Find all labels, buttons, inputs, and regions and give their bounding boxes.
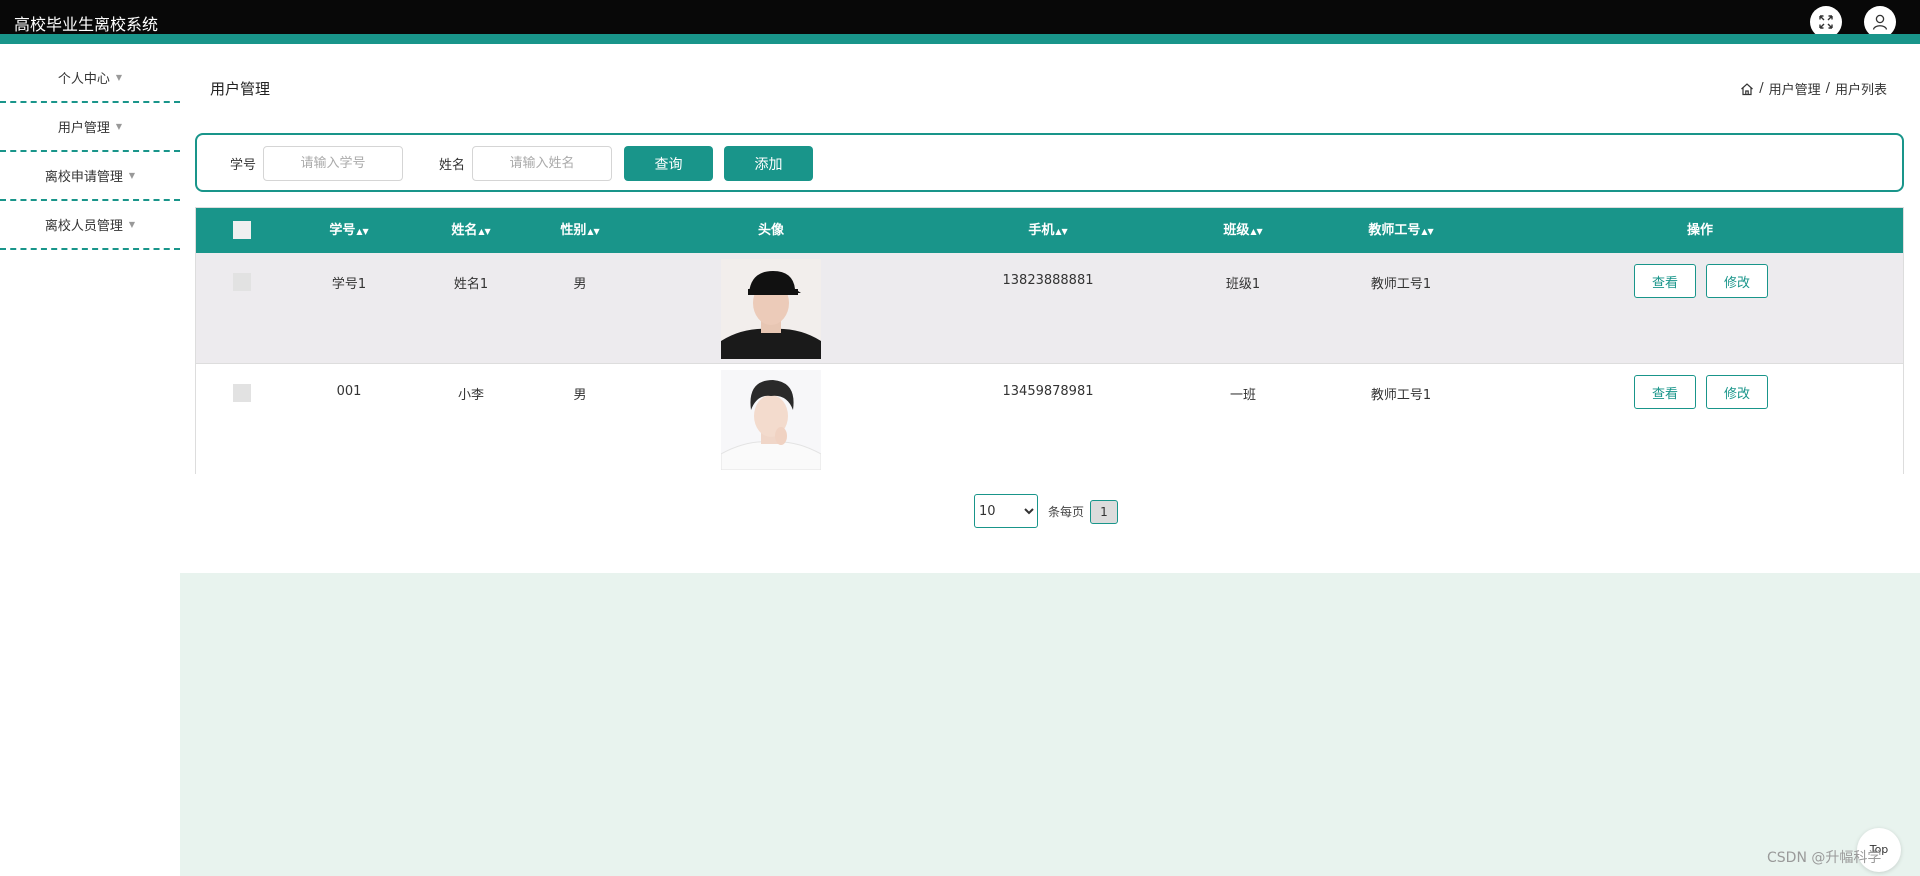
cell-class: 班级1 [1225,277,1261,292]
cell-phone: 13823888881 [1002,273,1094,288]
column-header-phone[interactable]: 手机▲▼ [1028,208,1067,253]
cell-gender: 男 [573,388,587,403]
name-label: 姓名 [439,158,466,173]
cell-teacher-id: 教师工号1 [1370,388,1432,403]
sort-icon: ▲▼ [1250,227,1263,236]
top-accent-bar [0,34,1920,44]
sort-icon: ▲▼ [587,227,600,236]
user-table: 学号▲▼ 姓名▲▼ 性别▲▼ 头像 手机▲▼ 班级▲▼ 教师工号▲▼ 操作 学号… [195,207,1904,475]
content-background [180,573,1920,876]
breadcrumb-item: 用户列表 [1834,83,1887,98]
watermark: CSDN @升幅科学 [1767,850,1882,866]
home-icon[interactable] [1740,82,1754,96]
view-button[interactable]: 查看 [1634,264,1696,298]
breadcrumb-separator: / [1825,81,1830,96]
sidebar-item-leaving-personnel[interactable]: 离校人员管理 ▼ [0,201,180,250]
cell-class: 一班 [1229,388,1257,403]
edit-button[interactable]: 修改 [1706,375,1768,409]
breadcrumb: / 用户管理 / 用户列表 [1740,79,1887,98]
fullscreen-icon [1819,15,1833,29]
sidebar-item-label: 用户管理 [57,121,110,136]
table-row: 学号1 姓名1 男 13823888881 班级1 教师工号1 查看 修改 [196,253,1903,364]
edit-button[interactable]: 修改 [1706,264,1768,298]
name-input[interactable] [472,146,612,181]
student-id-input[interactable] [263,146,403,181]
sidebar-item-label: 离校人员管理 [44,219,123,234]
column-header-class[interactable]: 班级▲▼ [1223,208,1262,253]
sort-icon: ▲▼ [1055,227,1068,236]
breadcrumb-separator: / [1759,81,1764,96]
column-header-name[interactable]: 姓名▲▼ [451,208,490,253]
avatar [721,370,821,470]
caret-down-icon: ▼ [128,171,136,180]
cell-student-id: 学号1 [331,277,367,292]
breadcrumb-item[interactable]: 用户管理 [1769,79,1821,98]
cell-name: 姓名1 [453,277,489,292]
cell-teacher-id: 教师工号1 [1370,277,1432,292]
app-title: 高校毕业生离校系统 [14,15,159,34]
page-size-select[interactable]: 10 [974,494,1038,528]
caret-down-icon: ▼ [128,220,136,229]
sort-icon: ▲▼ [478,227,491,236]
cell-name: 小李 [457,388,485,403]
caret-down-icon: ▼ [115,73,123,82]
top-bar: 高校毕业生离校系统 [0,0,1920,44]
sidebar-item-label: 个人中心 [57,72,110,87]
sidebar: 个人中心 ▼ 用户管理 ▼ 离校申请管理 ▼ 离校人员管理 ▼ [0,54,180,250]
add-button[interactable]: 添加 [724,146,813,181]
page-number-button[interactable]: 1 [1090,500,1118,524]
cell-student-id: 001 [336,384,362,399]
caret-down-icon: ▼ [115,122,123,131]
cell-phone: 13459878981 [1002,384,1094,399]
per-page-label: 条每页 [1048,505,1085,519]
sort-icon: ▲▼ [1421,227,1434,236]
select-all-checkbox[interactable] [233,221,251,239]
column-header-gender[interactable]: 性别▲▼ [560,208,599,253]
sidebar-item-personal-center[interactable]: 个人中心 ▼ [0,54,180,103]
view-button[interactable]: 查看 [1634,375,1696,409]
sidebar-item-leave-application[interactable]: 离校申请管理 ▼ [0,152,180,201]
table-row: 001 小李 男 13459878981 一班 教师工号1 查看 修改 [196,364,1903,475]
sidebar-item-label: 离校申请管理 [44,170,123,185]
column-header-student-id[interactable]: 学号▲▼ [329,208,368,253]
column-header-teacher-id[interactable]: 教师工号▲▼ [1368,208,1433,253]
search-panel: 学号 姓名 查询 添加 [195,133,1904,192]
student-id-label: 学号 [230,158,257,173]
column-header-avatar: 头像 [757,223,785,238]
column-header-actions: 操作 [1686,223,1714,238]
page-title: 用户管理 [210,80,271,98]
table-header: 学号▲▼ 姓名▲▼ 性别▲▼ 头像 手机▲▼ 班级▲▼ 教师工号▲▼ 操作 [196,208,1903,253]
main-content: 用户管理 / 用户管理 / 用户列表 学号 姓名 查询 添加 学号▲▼ 姓名▲▼… [180,54,1920,876]
sort-icon: ▲▼ [356,227,369,236]
cell-gender: 男 [573,277,587,292]
avatar [721,259,821,359]
query-button[interactable]: 查询 [624,146,713,181]
user-icon [1872,14,1888,30]
row-checkbox[interactable] [233,273,251,291]
sidebar-item-user-management[interactable]: 用户管理 ▼ [0,103,180,152]
row-checkbox[interactable] [233,384,251,402]
